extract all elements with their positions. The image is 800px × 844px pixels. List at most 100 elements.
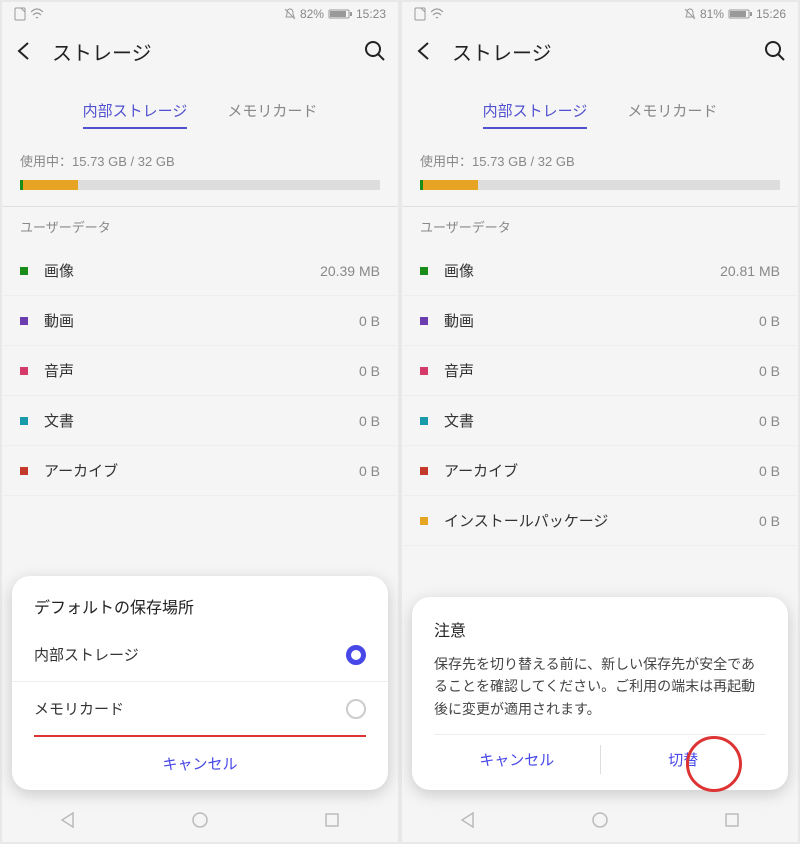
row-value: 20.39 MB xyxy=(320,263,380,279)
section-header: ユーザーデータ xyxy=(2,206,398,246)
storage-row[interactable]: インストールパッケージ0 B xyxy=(402,496,798,546)
row-value: 0 B xyxy=(359,413,380,429)
back-icon[interactable] xyxy=(414,40,436,62)
storage-row[interactable]: 音声0 B xyxy=(402,346,798,396)
right-screen: 81% 15:26 ストレージ 内部ストレージ メモリカード 使用中：15.73… xyxy=(402,2,798,842)
dialog-body: 保存先を切り替える前に、新しい保存先が安全であることを確認してください。ご利用の… xyxy=(434,653,766,720)
row-value: 0 B xyxy=(759,463,780,479)
status-bar: 82% 15:23 xyxy=(2,2,398,26)
nav-home-icon[interactable] xyxy=(591,811,609,829)
battery-percent: 82% xyxy=(300,7,324,21)
tabs: 内部ストレージ メモリカード xyxy=(402,76,798,143)
radio-unselected-icon xyxy=(346,699,366,719)
confirm-dialog: 注意 保存先を切り替える前に、新しい保存先が安全であることを確認してください。ご… xyxy=(412,597,788,790)
row-value: 0 B xyxy=(359,313,380,329)
option-label: 内部ストレージ xyxy=(34,644,346,665)
tab-internal-storage[interactable]: 内部ストレージ xyxy=(483,100,588,129)
row-value: 0 B xyxy=(759,513,780,529)
row-label: 文書 xyxy=(44,410,359,431)
storage-row[interactable]: アーカイブ0 B xyxy=(2,446,398,496)
left-screen: 82% 15:23 ストレージ 内部ストレージ メモリカード 使用中：15.73… xyxy=(2,2,398,842)
nav-home-icon[interactable] xyxy=(191,811,209,829)
color-dot-icon xyxy=(420,267,428,275)
back-icon[interactable] xyxy=(14,40,36,62)
option-memory-card[interactable]: メモリカード xyxy=(12,682,388,735)
battery-icon xyxy=(328,8,352,20)
section-header: ユーザーデータ xyxy=(402,206,798,246)
cancel-button[interactable]: キャンセル xyxy=(12,737,388,790)
row-label: 動画 xyxy=(444,310,759,331)
row-label: アーカイブ xyxy=(44,460,359,481)
color-dot-icon xyxy=(420,467,428,475)
search-icon[interactable] xyxy=(364,40,386,62)
default-storage-sheet: デフォルトの保存場所 内部ストレージ メモリカード キャンセル xyxy=(12,576,388,790)
status-bar: 81% 15:26 xyxy=(402,2,798,26)
nav-back-icon[interactable] xyxy=(459,811,477,829)
color-dot-icon xyxy=(420,367,428,375)
page-title: ストレージ xyxy=(52,37,348,66)
confirm-button[interactable]: 切替 xyxy=(601,735,767,784)
color-dot-icon xyxy=(20,267,28,275)
nav-bar xyxy=(402,798,798,842)
color-dot-icon xyxy=(20,417,28,425)
storage-row[interactable]: 画像20.81 MB xyxy=(402,246,798,296)
sim-icon xyxy=(14,7,26,21)
storage-row[interactable]: アーカイブ0 B xyxy=(402,446,798,496)
nav-back-icon[interactable] xyxy=(59,811,77,829)
storage-row[interactable]: 画像20.39 MB xyxy=(2,246,398,296)
storage-row[interactable]: 音声0 B xyxy=(2,346,398,396)
radio-selected-icon xyxy=(346,645,366,665)
usage-text: 使用中：15.73 GB / 32 GB xyxy=(2,143,398,174)
row-label: インストールパッケージ xyxy=(444,510,759,531)
row-value: 0 B xyxy=(759,413,780,429)
clock-text: 15:23 xyxy=(356,7,386,21)
row-label: 画像 xyxy=(444,260,720,281)
option-internal-storage[interactable]: 内部ストレージ xyxy=(12,628,388,682)
tabs: 内部ストレージ メモリカード xyxy=(2,76,398,143)
storage-row[interactable]: 文書0 B xyxy=(2,396,398,446)
wifi-icon xyxy=(30,8,44,20)
tab-internal-storage[interactable]: 内部ストレージ xyxy=(83,100,188,129)
nav-recent-icon[interactable] xyxy=(323,811,341,829)
dialog-title: 注意 xyxy=(434,617,766,641)
battery-percent: 81% xyxy=(700,7,724,21)
header: ストレージ xyxy=(2,26,398,76)
row-value: 0 B xyxy=(359,463,380,479)
row-label: 動画 xyxy=(44,310,359,331)
option-label: メモリカード xyxy=(34,698,346,719)
nav-recent-icon[interactable] xyxy=(723,811,741,829)
row-label: 音声 xyxy=(444,360,759,381)
storage-row[interactable]: 動画0 B xyxy=(2,296,398,346)
usage-text: 使用中：15.73 GB / 32 GB xyxy=(402,143,798,174)
color-dot-icon xyxy=(20,367,28,375)
row-value: 0 B xyxy=(759,313,780,329)
cancel-button[interactable]: キャンセル xyxy=(434,735,600,784)
storage-row[interactable]: 動画0 B xyxy=(402,296,798,346)
mute-icon xyxy=(684,8,696,20)
row-value: 0 B xyxy=(759,363,780,379)
color-dot-icon xyxy=(420,417,428,425)
search-icon[interactable] xyxy=(764,40,786,62)
usage-bar xyxy=(420,180,780,190)
wifi-icon xyxy=(430,8,444,20)
row-value: 20.81 MB xyxy=(720,263,780,279)
row-label: 音声 xyxy=(44,360,359,381)
clock-text: 15:26 xyxy=(756,7,786,21)
color-dot-icon xyxy=(20,467,28,475)
sheet-title: デフォルトの保存場所 xyxy=(12,594,388,628)
sim-icon xyxy=(414,7,426,21)
mute-icon xyxy=(284,8,296,20)
battery-icon xyxy=(728,8,752,20)
color-dot-icon xyxy=(420,317,428,325)
header: ストレージ xyxy=(402,26,798,76)
page-title: ストレージ xyxy=(452,37,748,66)
row-label: アーカイブ xyxy=(444,460,759,481)
color-dot-icon xyxy=(20,317,28,325)
tab-memory-card[interactable]: メモリカード xyxy=(627,100,717,129)
storage-row[interactable]: 文書0 B xyxy=(402,396,798,446)
row-label: 文書 xyxy=(444,410,759,431)
color-dot-icon xyxy=(420,517,428,525)
row-value: 0 B xyxy=(359,363,380,379)
row-label: 画像 xyxy=(44,260,320,281)
tab-memory-card[interactable]: メモリカード xyxy=(227,100,317,129)
